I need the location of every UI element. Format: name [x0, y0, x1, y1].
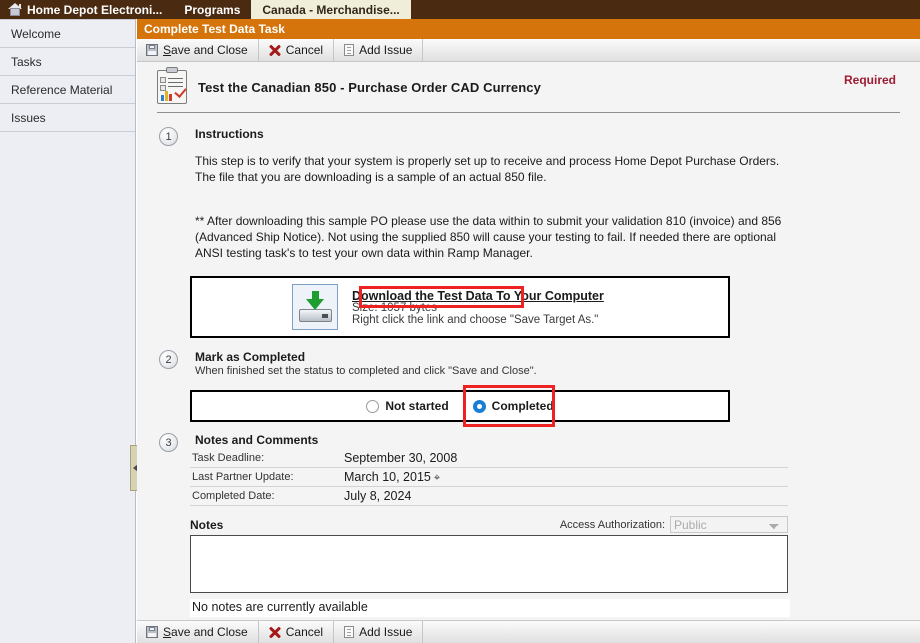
toolbar-filler: [423, 39, 920, 61]
radio-button-completed[interactable]: [472, 399, 486, 413]
no-notes-message: No notes are currently available: [190, 599, 790, 617]
save-and-close-button[interactable]: Save and Close: [137, 39, 259, 61]
field-value-last-partner-update: March 10, 2015: [344, 469, 431, 484]
access-authorization-label: Access Authorization:: [559, 518, 665, 531]
radio-button-not-started[interactable]: [366, 399, 380, 413]
step-number-badge: 2: [159, 350, 178, 369]
page-title: Complete Test Data Task: [144, 22, 285, 36]
add-issue-button-bottom[interactable]: Add Issue: [334, 621, 424, 643]
download-hint-text: Right click the link and choose "Save Ta…: [352, 313, 599, 326]
menu-item-canada-merchandise[interactable]: Canada - Merchandise...: [251, 0, 411, 19]
task-clipboard-icon: [157, 67, 187, 104]
floppy-disk-icon: [146, 626, 158, 638]
floppy-disk-icon: [146, 44, 158, 56]
sidebar-item-label: Tasks: [11, 54, 42, 69]
cancel-button[interactable]: Cancel: [259, 39, 335, 61]
task-title: Test the Canadian 850 - Purchase Order C…: [198, 79, 541, 95]
sidebar-item-welcome[interactable]: Welcome: [0, 19, 135, 48]
sidebar-item-tasks[interactable]: Tasks: [0, 48, 135, 76]
sidebar-item-label: Issues: [11, 110, 46, 125]
save-button-accesskey: S: [163, 625, 172, 639]
table-row: Task Deadline: September 30, 2008: [190, 449, 788, 468]
step-title: Instructions: [195, 127, 264, 141]
radio-label-not-started: Not started: [385, 399, 449, 413]
sidebar-item-label: Reference Material: [11, 82, 113, 97]
status-radio-group: Not started Completed: [190, 390, 730, 422]
field-label-last-partner-update: Last Partner Update:: [192, 471, 294, 483]
text-cursor-icon: ⌖: [433, 471, 441, 484]
document-icon: [344, 626, 355, 638]
title-divider: [157, 112, 900, 113]
instructions-paragraph-2: ** After downloading this sample PO plea…: [195, 214, 782, 260]
required-badge: Required: [843, 73, 896, 87]
task-title-row: Test the Canadian 850 - Purchase Order C…: [149, 62, 908, 110]
menu-item-label: Canada - Merchandise...: [262, 2, 400, 17]
access-authorization-select[interactable]: Public: [670, 516, 788, 533]
add-issue-button-label: Add Issue: [359, 43, 413, 57]
cancel-button-label: Cancel: [285, 625, 324, 639]
field-label-completed-date: Completed Date:: [192, 490, 275, 502]
download-to-disk-icon[interactable]: [292, 284, 338, 330]
step-number-badge: 1: [159, 127, 178, 146]
menu-item-home-depot-electronic[interactable]: Home Depot Electroni...: [0, 0, 173, 19]
field-value-completed-date: July 8, 2024: [344, 489, 412, 503]
close-icon: [268, 626, 281, 639]
sidebar-item-label: Welcome: [11, 26, 61, 41]
task-dates-table: Task Deadline: September 30, 2008 Last P…: [190, 449, 788, 506]
save-button-label: ave and Close: [171, 43, 248, 57]
bottom-toolbar: Save and Close Cancel Add Issue: [137, 620, 920, 643]
download-section: Download the Test Data To Your Computer …: [149, 276, 908, 338]
status-section: Not started Completed: [149, 385, 908, 427]
home-icon: [8, 3, 22, 16]
field-label-task-deadline: Task Deadline:: [192, 452, 265, 464]
radio-label-completed: Completed: [491, 399, 554, 413]
close-icon: [268, 44, 281, 57]
table-row: Last Partner Update: March 10, 2015 ⌖: [190, 468, 788, 487]
field-value-task-deadline: September 30, 2008: [344, 451, 458, 465]
notes-header-row: Notes Access Authorization: Public: [190, 516, 788, 533]
step-title: Notes and Comments: [195, 433, 319, 447]
table-row: Completed Date: July 8, 2024: [190, 487, 788, 506]
save-and-close-button-bottom[interactable]: Save and Close: [137, 621, 259, 643]
add-issue-button[interactable]: Add Issue: [334, 39, 424, 61]
left-sidebar: Welcome Tasks Reference Material Issues: [0, 19, 136, 643]
download-size-text: Size: 1057 bytes: [352, 301, 438, 314]
main-panel: Complete Test Data Task Save and Close C…: [137, 19, 920, 643]
task-content: Test the Canadian 850 - Purchase Order C…: [137, 62, 920, 617]
notes-textarea[interactable]: [190, 535, 788, 593]
download-test-data-link[interactable]: Download the Test Data To Your Computer: [352, 289, 604, 303]
step-mark-as-completed: 2 Mark as Completed When finished set th…: [149, 350, 908, 377]
step-title: Mark as Completed: [195, 350, 306, 364]
add-issue-button-label: Add Issue: [359, 625, 413, 639]
menu-item-label: Home Depot Electroni...: [27, 2, 163, 17]
instructions-paragraph-1: This step is to verify that your system …: [195, 154, 780, 184]
sidebar-item-reference-material[interactable]: Reference Material: [0, 76, 135, 104]
application-window: Home Depot Electroni... Programs Canada …: [0, 0, 920, 643]
step-subtitle: When finished set the status to complete…: [195, 365, 537, 377]
step-number-badge: 3: [159, 433, 178, 452]
download-texts: Download the Test Data To Your Computer …: [352, 289, 604, 326]
notes-label: Notes: [190, 517, 224, 532]
radio-option-completed[interactable]: Completed: [472, 399, 554, 413]
download-box: Download the Test Data To Your Computer …: [190, 276, 730, 338]
sidebar-item-issues[interactable]: Issues: [0, 104, 135, 132]
top-toolbar: Save and Close Cancel Add Issue: [137, 39, 920, 62]
cancel-button-label: Cancel: [285, 43, 324, 57]
document-icon: [344, 44, 355, 56]
cancel-button-bottom[interactable]: Cancel: [259, 621, 335, 643]
page-header-bar: Complete Test Data Task: [137, 19, 920, 39]
radio-option-not-started[interactable]: Not started: [366, 399, 449, 413]
top-menu-bar: Home Depot Electroni... Programs Canada …: [0, 0, 920, 19]
step-instructions: 1 Instructions This step is to verify th…: [149, 127, 908, 261]
toolbar-filler: [423, 621, 920, 643]
step-notes-and-comments: 3 Notes and Comments: [149, 433, 908, 452]
menu-item-programs[interactable]: Programs: [173, 0, 251, 19]
save-button-accesskey: S: [163, 43, 172, 57]
menu-item-label: Programs: [184, 2, 241, 17]
save-button-label: ave and Close: [171, 625, 248, 639]
